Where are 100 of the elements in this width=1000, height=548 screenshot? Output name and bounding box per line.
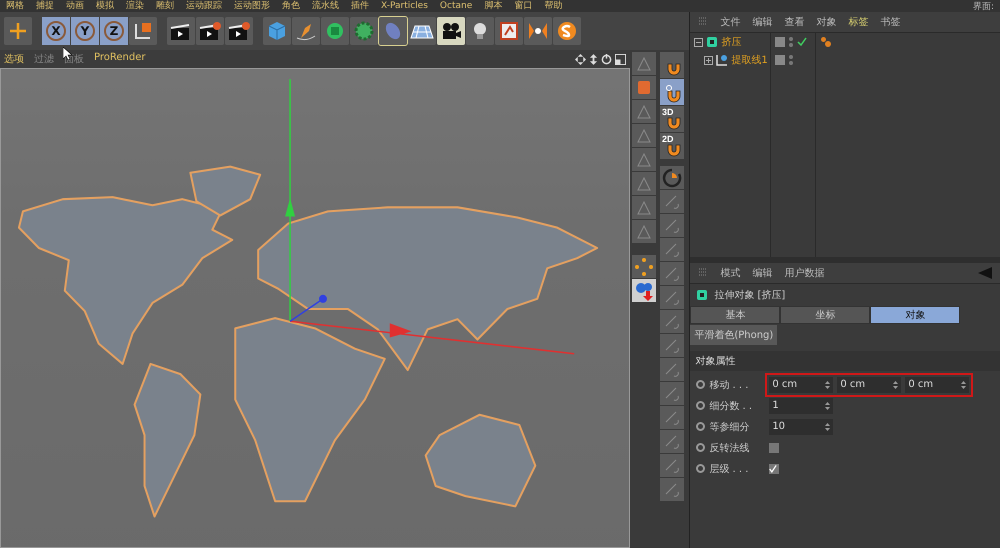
animation-radio-icon[interactable] bbox=[696, 380, 706, 389]
back-arrow-icon[interactable] bbox=[978, 267, 992, 279]
snap-mode-icon[interactable] bbox=[660, 334, 684, 357]
number-field[interactable]: 0 cm bbox=[769, 376, 834, 392]
menu-item[interactable]: 编辑 bbox=[752, 15, 772, 29]
animation-radio-icon[interactable] bbox=[696, 443, 706, 452]
drag-handle-icon[interactable] bbox=[698, 268, 708, 278]
render-button[interactable] bbox=[225, 17, 253, 45]
snap-button[interactable] bbox=[660, 79, 684, 105]
number-field[interactable]: 0 cm bbox=[905, 376, 970, 392]
spinner-arrows-icon[interactable] bbox=[961, 380, 966, 388]
camera-icon[interactable] bbox=[437, 17, 465, 45]
checkbox[interactable] bbox=[769, 464, 780, 474]
snap-mode-icon[interactable] bbox=[660, 382, 684, 405]
snap-mode-icon[interactable] bbox=[660, 406, 684, 429]
visibility-dots-icon[interactable] bbox=[789, 37, 794, 47]
menu-item[interactable]: 网格 bbox=[6, 0, 24, 12]
spinner-arrows-icon[interactable] bbox=[825, 380, 830, 388]
axis-lock-button[interactable]: X bbox=[42, 17, 70, 45]
layout-label[interactable]: 界面: bbox=[972, 0, 994, 12]
menu-item[interactable]: 运动图形 bbox=[234, 0, 270, 12]
menu-item[interactable]: 运动跟踪 bbox=[186, 0, 222, 12]
number-field[interactable]: 1 bbox=[769, 398, 834, 414]
menu-item[interactable]: 角色 bbox=[282, 0, 300, 12]
animation-radio-icon[interactable] bbox=[696, 464, 706, 473]
menu-item[interactable]: 帮助 bbox=[544, 0, 562, 12]
spinner-arrows-icon[interactable] bbox=[825, 402, 830, 410]
render-button[interactable] bbox=[196, 17, 224, 45]
snap-mode-icon[interactable] bbox=[660, 286, 684, 309]
snap-button[interactable]: 3D bbox=[660, 106, 684, 132]
menu-item[interactable]: Octane bbox=[440, 0, 472, 12]
number-field[interactable]: 10 bbox=[769, 418, 834, 434]
axis-lock-button[interactable]: Y bbox=[71, 17, 99, 45]
coordinate-system-button[interactable] bbox=[129, 17, 157, 45]
object-name[interactable]: 挤压 bbox=[721, 35, 742, 49]
checkbox[interactable] bbox=[769, 442, 780, 452]
object-row[interactable]: 挤压 bbox=[690, 33, 770, 51]
snap-mode-icon[interactable] bbox=[660, 310, 684, 333]
move-tool-button[interactable] bbox=[4, 17, 32, 45]
layer-icon[interactable] bbox=[775, 55, 786, 65]
menu-item[interactable]: 文件 bbox=[720, 15, 740, 29]
snap-mode-icon[interactable] bbox=[660, 478, 684, 501]
menu-item[interactable]: 渲染 bbox=[126, 0, 144, 12]
menu-item[interactable]: 对象 bbox=[816, 15, 836, 29]
circular-arrow-icon[interactable] bbox=[660, 166, 684, 189]
viewport-layout-icon[interactable] bbox=[615, 54, 626, 64]
visibility-dots-icon[interactable] bbox=[789, 55, 794, 65]
menu-item[interactable]: 插件 bbox=[351, 0, 369, 12]
tab[interactable]: 坐标 bbox=[780, 306, 870, 324]
menu-item[interactable]: X-Particles bbox=[381, 0, 428, 12]
viewport-menu-item[interactable]: 选项 bbox=[4, 52, 24, 66]
floor-grid-icon[interactable] bbox=[408, 17, 436, 45]
object-name[interactable]: 提取线1 bbox=[731, 53, 768, 67]
menu-item[interactable]: 模拟 bbox=[96, 0, 114, 12]
spinner-arrows-icon[interactable] bbox=[893, 380, 898, 388]
pan-icon[interactable] bbox=[575, 54, 586, 64]
tab[interactable]: 对象 bbox=[870, 306, 960, 324]
menu-item[interactable]: 书签 bbox=[880, 15, 900, 29]
tag-icon[interactable] bbox=[820, 36, 832, 48]
number-field[interactable]: 0 cm bbox=[837, 376, 902, 392]
flower-icon[interactable] bbox=[350, 17, 378, 45]
rotate-icon[interactable] bbox=[601, 54, 612, 64]
menu-item[interactable]: 窗口 bbox=[514, 0, 532, 12]
tab[interactable]: 基本 bbox=[690, 306, 780, 324]
light-bulb-icon[interactable] bbox=[466, 17, 494, 45]
menu-item[interactable]: 脚本 bbox=[484, 0, 502, 12]
menu-item[interactable]: 流水线 bbox=[312, 0, 339, 12]
phong-tab[interactable]: 平滑着色(Phong) bbox=[690, 325, 778, 345]
explode-icon[interactable] bbox=[524, 17, 552, 45]
menu-item[interactable]: 查看 bbox=[784, 15, 804, 29]
tree-toggle-icon[interactable] bbox=[704, 56, 714, 64]
pen-icon[interactable] bbox=[292, 17, 320, 45]
viewport-menu-item[interactable]: ProRender bbox=[94, 52, 146, 66]
snap-mode-icon[interactable] bbox=[660, 430, 684, 453]
snap-mode-icon[interactable] bbox=[660, 214, 684, 237]
spinner-arrows-icon[interactable] bbox=[825, 422, 830, 430]
snap-mode-icon[interactable] bbox=[660, 238, 684, 261]
drag-handle-icon[interactable] bbox=[698, 17, 708, 27]
snap-mode-icon[interactable] bbox=[660, 262, 684, 285]
menu-item[interactable]: 雕刻 bbox=[156, 0, 174, 12]
snap-button[interactable] bbox=[660, 52, 684, 78]
menu-item[interactable]: 编辑 bbox=[752, 266, 772, 280]
snap-mode-icon[interactable] bbox=[660, 358, 684, 381]
script-s-icon[interactable] bbox=[553, 17, 581, 45]
axis-lock-button[interactable]: Z bbox=[100, 17, 128, 45]
check-icon[interactable] bbox=[797, 37, 808, 47]
snap-button[interactable]: 2D bbox=[660, 133, 684, 159]
tree-toggle-icon[interactable] bbox=[694, 38, 704, 46]
animation-radio-icon[interactable] bbox=[696, 422, 706, 431]
menu-item[interactable]: 标签 bbox=[848, 15, 868, 29]
points-icon[interactable] bbox=[632, 255, 656, 278]
render-button[interactable] bbox=[167, 17, 195, 45]
snap-mode-icon[interactable] bbox=[660, 454, 684, 477]
dolly-icon[interactable] bbox=[589, 54, 598, 64]
object-row[interactable]: 提取线1 bbox=[690, 51, 770, 69]
menu-item[interactable]: 捕捉 bbox=[36, 0, 54, 12]
layer-icon[interactable] bbox=[775, 37, 786, 47]
menu-item[interactable]: 动画 bbox=[66, 0, 84, 12]
menu-item[interactable]: 用户数据 bbox=[784, 266, 824, 280]
animation-radio-icon[interactable] bbox=[696, 401, 706, 410]
